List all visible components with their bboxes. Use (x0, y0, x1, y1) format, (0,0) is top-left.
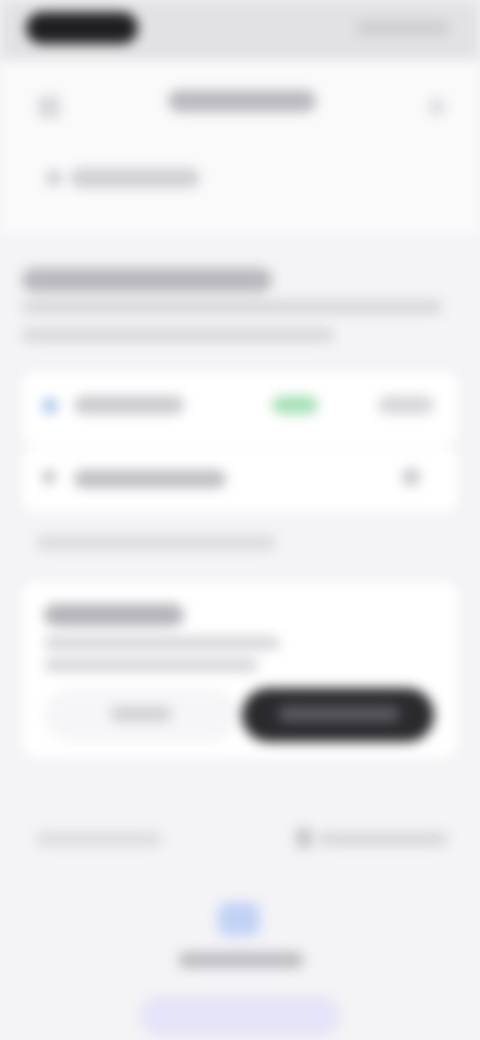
lock-icon (296, 828, 312, 848)
settings-icon (42, 470, 56, 484)
footer-left-link[interactable] (36, 832, 162, 846)
close-icon[interactable] (428, 98, 446, 116)
section-title (22, 268, 272, 292)
hint-text (36, 536, 276, 550)
account-card[interactable] (22, 372, 458, 446)
status-badge (272, 396, 318, 414)
secondary-button-label (110, 706, 172, 722)
notice-body-line2 (44, 658, 258, 672)
primary-button[interactable] (242, 688, 434, 742)
section-description-line2 (22, 328, 334, 342)
primary-button-label (278, 706, 400, 722)
top-row-label (70, 168, 200, 188)
section-description-line1 (22, 300, 442, 314)
notice-card (22, 582, 458, 758)
status-bar (0, 0, 480, 60)
page-title (168, 90, 316, 112)
bottom-caption (178, 952, 304, 968)
notice-title (44, 604, 184, 626)
status-indicators (356, 20, 450, 36)
app-icon[interactable] (218, 902, 260, 936)
top-row[interactable] (0, 150, 480, 234)
option-card[interactable] (22, 448, 458, 512)
footer-right-link[interactable] (318, 832, 448, 846)
secondary-button[interactable] (44, 688, 238, 742)
notice-body-line1 (44, 636, 280, 650)
option-label (74, 470, 226, 488)
account-icon (42, 398, 58, 414)
header (0, 60, 480, 150)
account-label (74, 396, 184, 414)
chevron-right-icon (402, 468, 420, 486)
top-row-icon (46, 170, 62, 186)
back-arrow-icon[interactable] (38, 96, 60, 118)
account-action-link[interactable] (378, 396, 434, 414)
dynamic-island (26, 12, 138, 44)
home-indicator (140, 996, 340, 1036)
